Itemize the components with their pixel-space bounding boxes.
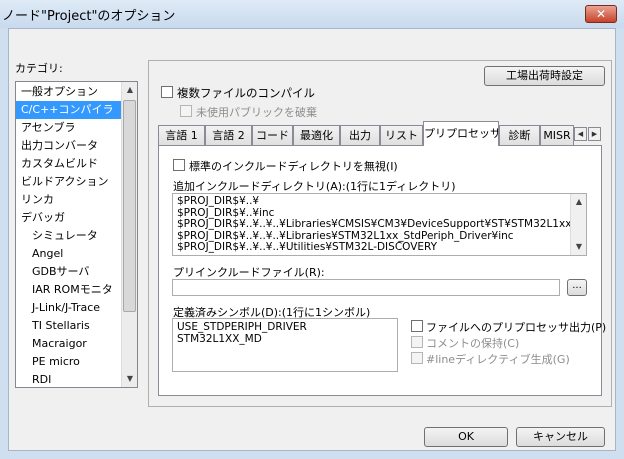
category-item[interactable]: ビルドアクション	[16, 173, 125, 191]
scroll-up-arrow-icon[interactable]: ▲	[122, 82, 137, 98]
include-dir-line: $PROJ_DIR$¥..¥..¥..¥Libraries¥CMSIS¥CM3¥…	[177, 218, 572, 230]
category-item[interactable]: シミュレータ	[16, 227, 136, 245]
category-item[interactable]: 出力コンバータ	[16, 137, 125, 155]
scroll-down-arrow-icon[interactable]: ▼	[122, 371, 137, 387]
category-item[interactable]: PE micro	[16, 353, 136, 371]
tab[interactable]: 最適化	[293, 125, 340, 145]
line-directives-checkbox[interactable]	[411, 352, 423, 364]
category-item[interactable]: カスタムビルド	[16, 155, 125, 173]
keep-comments-checkbox[interactable]	[411, 336, 423, 348]
window-title: ノード"Project"のオプション	[2, 9, 176, 24]
include-dir-line: $PROJ_DIR$¥..¥..¥..¥Utilities¥STM32L-DIS…	[177, 241, 438, 253]
ok-button[interactable]: OK	[424, 427, 508, 447]
category-item[interactable]: Angel	[16, 245, 136, 263]
multi-file-compile-checkbox[interactable]	[161, 86, 173, 98]
tab[interactable]: MISR	[540, 125, 574, 145]
tab[interactable]: 出力	[340, 125, 380, 145]
tab-scroll-right-icon[interactable]: ▶	[588, 127, 601, 141]
include-dirs-label: 追加インクルードディレクトリ(A):(1行に1ディレクトリ)	[173, 180, 456, 193]
scrollbar-thumb[interactable]	[123, 100, 136, 312]
tab[interactable]: プリプロセッサ	[423, 121, 499, 146]
cancel-button[interactable]: キャンセル	[516, 427, 605, 447]
include-dir-line: $PROJ_DIR$¥..¥	[177, 195, 260, 207]
preprocess-output-label: ファイルへのプリプロセッサ出力(P)	[426, 321, 607, 334]
category-item[interactable]: デバッガ	[16, 209, 125, 227]
include-dir-line: $PROJ_DIR$¥..¥..¥..¥Libraries¥STM32L1xx_…	[177, 229, 514, 242]
tab[interactable]: リスト	[380, 125, 423, 145]
ignore-std-include-label: 標準のインクルードディレクトリを無視(I)	[189, 160, 398, 173]
tab[interactable]: 言語 1	[158, 125, 205, 145]
preinclude-input[interactable]	[172, 279, 560, 296]
category-item[interactable]: C/C++コンパイラ	[16, 101, 121, 119]
category-item[interactable]: 一般オプション	[16, 83, 125, 101]
category-item[interactable]: Macraigor	[16, 335, 136, 353]
ignore-std-include-checkbox[interactable]	[173, 159, 185, 171]
category-item[interactable]: アセンブラ	[16, 119, 125, 137]
category-scrollbar[interactable]: ▲ ▼	[121, 82, 137, 387]
line-directives-label: #lineディレクティブ生成(G)	[426, 353, 570, 366]
scroll-down-arrow-icon[interactable]: ▼	[571, 239, 586, 255]
defined-symbol-line: STM32L1XX_MD	[177, 333, 262, 345]
include-dirs-textarea[interactable]: $PROJ_DIR$¥..¥ $PROJ_DIR$¥..¥inc $PROJ_DIR…	[172, 193, 587, 256]
close-button[interactable]: ✕	[585, 5, 617, 23]
preprocess-output-checkbox[interactable]	[411, 320, 423, 332]
discard-unused-public-label: 未使用パブリックを破棄	[196, 106, 317, 119]
category-item[interactable]: IAR ROMモニタ	[16, 281, 136, 299]
include-dirs-scrollbar[interactable]: ▲ ▼	[570, 194, 586, 255]
tab[interactable]: コード	[252, 125, 293, 145]
category-list[interactable]: 一般オプション C/C++コンパイラ アセンブラ 出力コンバータ カスタムビルド ビルドア…	[15, 81, 138, 388]
category-item[interactable]: J-Link/J-Trace	[16, 299, 136, 317]
category-item[interactable]: RDI	[16, 371, 136, 387]
tab[interactable]: 言語 2	[205, 125, 252, 145]
defined-symbol-line: USE_STDPERIPH_DRIVER	[177, 321, 307, 333]
multi-file-compile-label: 複数ファイルのコンパイル	[177, 86, 315, 100]
preinclude-label: プリインクルードファイル(R):	[173, 266, 325, 279]
category-item[interactable]: リンカ	[16, 191, 125, 209]
category-item[interactable]: TI Stellaris	[16, 317, 136, 335]
factory-settings-button[interactable]: 工場出荷時設定	[484, 66, 605, 86]
tab[interactable]: 診断	[499, 125, 540, 145]
category-item[interactable]: GDBサーバ	[16, 263, 136, 281]
defined-symbols-textarea[interactable]: USE_STDPERIPH_DRIVER STM32L1XX_MD	[172, 318, 398, 372]
scroll-up-arrow-icon[interactable]: ▲	[571, 194, 586, 210]
discard-unused-public-checkbox[interactable]	[180, 105, 192, 117]
keep-comments-label: コメントの保持(C)	[426, 337, 520, 350]
tab-scroll-left-icon[interactable]: ◀	[574, 127, 587, 141]
browse-button[interactable]: ...	[567, 279, 587, 296]
category-label: カテゴリ:	[15, 62, 63, 75]
include-dir-line: $PROJ_DIR$¥..¥inc	[177, 206, 275, 219]
title-bar: ノード"Project"のオプション ✕	[0, 0, 624, 28]
